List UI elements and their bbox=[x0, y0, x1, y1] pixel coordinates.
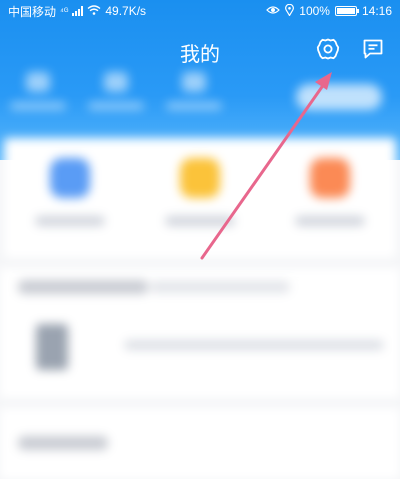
carrier-label: 中国移动 bbox=[8, 4, 57, 19]
shortcut-label bbox=[88, 102, 144, 110]
list-item[interactable] bbox=[124, 340, 384, 350]
secondary-section bbox=[0, 408, 400, 479]
header-shortcut[interactable] bbox=[164, 72, 224, 110]
feature-label bbox=[35, 216, 105, 226]
message-button[interactable] bbox=[358, 36, 388, 66]
device-thumbnail bbox=[36, 324, 68, 370]
feature-item[interactable] bbox=[280, 158, 380, 226]
shortcut-icon bbox=[182, 72, 206, 92]
feature-icon bbox=[180, 158, 220, 198]
eye-icon bbox=[266, 4, 281, 18]
header-pill-button[interactable] bbox=[296, 84, 382, 110]
feature-icon bbox=[50, 158, 90, 198]
signal-icon bbox=[72, 6, 84, 16]
message-icon bbox=[361, 37, 385, 66]
shortcut-label bbox=[166, 102, 222, 110]
section-title bbox=[18, 280, 148, 294]
header-shortcuts bbox=[0, 72, 400, 132]
location-icon bbox=[285, 3, 295, 19]
clock: 14:16 bbox=[361, 4, 392, 18]
feature-label bbox=[165, 216, 235, 226]
settings-button[interactable] bbox=[313, 36, 343, 66]
header-shortcut[interactable] bbox=[8, 72, 68, 110]
network-speed: 49.7K/s bbox=[105, 4, 147, 18]
section-subtitle bbox=[150, 281, 290, 293]
battery-percent: 100% bbox=[299, 4, 330, 18]
feature-label bbox=[295, 216, 365, 226]
status-bar: 中国移动 ⁴ᴳ 49.7K/s 100% 14:16 bbox=[0, 0, 400, 22]
feature-card bbox=[4, 138, 396, 258]
shortcut-icon bbox=[104, 72, 128, 92]
feature-item[interactable] bbox=[150, 158, 250, 226]
battery-icon bbox=[334, 6, 359, 16]
gear-icon bbox=[316, 37, 340, 66]
network-type: ⁴ᴳ bbox=[60, 6, 69, 16]
section-title bbox=[18, 436, 108, 450]
wifi-icon bbox=[87, 4, 101, 18]
shortcut-icon bbox=[26, 72, 50, 92]
recommend-section bbox=[0, 268, 400, 398]
shortcut-label bbox=[10, 102, 66, 110]
header-shortcut[interactable] bbox=[86, 72, 146, 110]
feature-icon bbox=[310, 158, 350, 198]
feature-item[interactable] bbox=[20, 158, 120, 226]
